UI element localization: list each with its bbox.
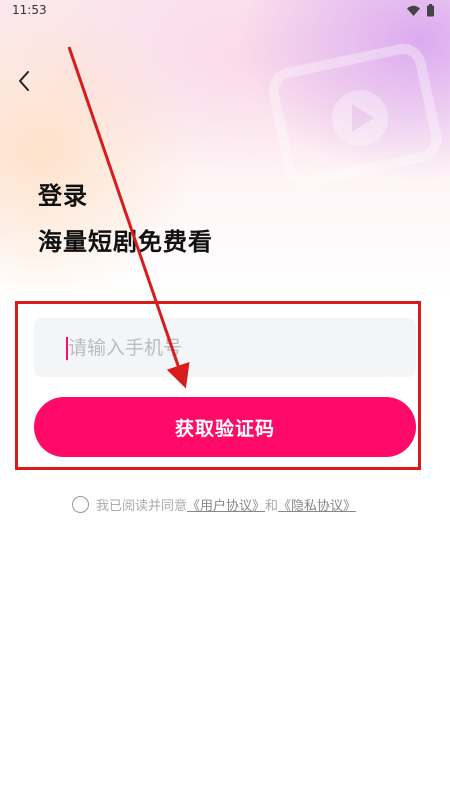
agreement-and: 和	[265, 498, 279, 514]
film-reel-decoration	[268, 43, 442, 187]
battery-icon	[427, 4, 434, 17]
status-bar: 11:53	[0, 0, 450, 22]
agreement-prefix: 我已阅读并同意	[96, 498, 188, 514]
status-icons	[407, 4, 434, 17]
privacy-policy-link[interactable]: 《隐私协议》	[278, 495, 356, 514]
agreement-row: 我已阅读并同意 《用户协议》 和 《隐私协议》	[72, 494, 356, 514]
wifi-icon	[407, 5, 420, 16]
agree-radio[interactable]	[72, 495, 89, 513]
back-button[interactable]	[10, 66, 40, 96]
chevron-left-icon	[19, 71, 29, 91]
page-title: 登录	[38, 182, 88, 210]
status-time: 11:53	[12, 3, 47, 17]
user-agreement-link[interactable]: 《用户协议》	[187, 495, 265, 514]
login-screen: 11:53 登录 海量短剧免费看 获取验证码 我已阅读并同意 《用户协议》 和 …	[0, 0, 450, 800]
page-subtitle: 海量短剧免费看	[38, 228, 213, 256]
annotation-highlight-box	[15, 301, 421, 470]
